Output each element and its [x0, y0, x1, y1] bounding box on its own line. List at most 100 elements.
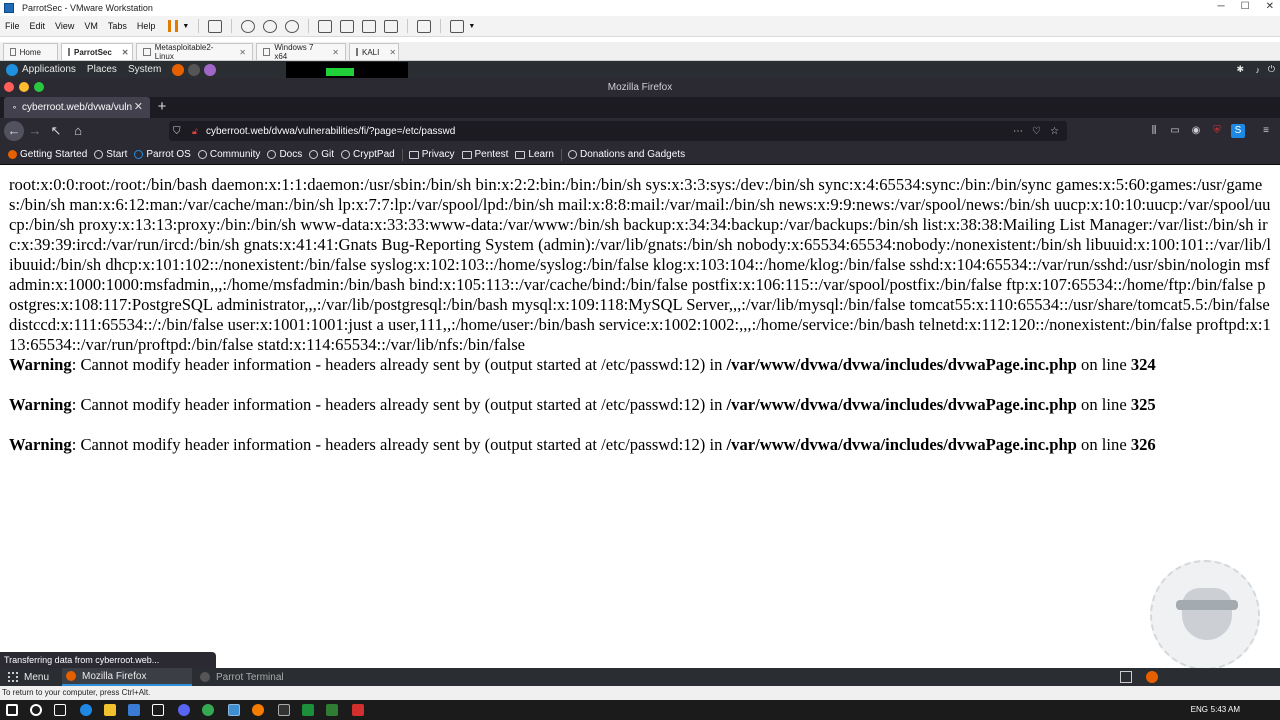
bookmark-start[interactable]: Start — [94, 149, 127, 160]
tab-metasploitable2[interactable]: Metasploitable2-Linux ✕ — [136, 43, 253, 61]
menu-file[interactable]: File — [0, 21, 25, 31]
bookmark-folder-learn[interactable]: Learn — [515, 149, 554, 160]
store-icon[interactable] — [128, 704, 140, 716]
chevron-down-icon[interactable]: ▼ — [182, 23, 189, 30]
tab-kali[interactable]: KALI ✕ — [349, 43, 399, 60]
ublock-icon[interactable]: ⛨ — [1210, 124, 1224, 138]
url-text[interactable]: cyberroot.web/dvwa/vulnerabilities/fi/?p… — [206, 126, 455, 137]
forward-button[interactable]: → — [25, 121, 45, 141]
tab-windows7[interactable]: Windows 7 x64 ✕ — [256, 43, 346, 61]
bookmark-parrot-os[interactable]: Parrot OS — [134, 149, 191, 160]
file-explorer-icon[interactable] — [104, 704, 116, 716]
insecure-lock-icon[interactable]: 🔓︎ — [192, 126, 198, 137]
pause-icon[interactable] — [168, 20, 179, 32]
chrome-icon[interactable] — [202, 704, 214, 716]
panel-applications[interactable]: Applications — [22, 64, 76, 75]
bookmark-cryptpad[interactable]: CryptPad — [341, 149, 395, 160]
app-icon[interactable] — [326, 704, 338, 716]
chevron-down-icon[interactable]: ▼ — [468, 23, 475, 30]
bluetooth-icon[interactable]: ✱ — [1236, 64, 1244, 75]
tab-home[interactable]: Home — [3, 43, 58, 60]
menu-tabs[interactable]: Tabs — [103, 21, 132, 31]
search-icon[interactable] — [30, 704, 42, 716]
edge-icon[interactable] — [80, 704, 92, 716]
bookmark-getting-started[interactable]: Getting Started — [8, 149, 87, 160]
new-tab-button[interactable]: + — [155, 98, 169, 116]
snapshot-manager-icon[interactable] — [285, 19, 300, 33]
firefox-tab-active[interactable]: ∘ cyberroot.web/dvwa/vuln ✕ — [4, 97, 150, 118]
tab-parrotsec[interactable]: ParrotSec ✕ — [61, 43, 133, 60]
app-icon[interactable] — [352, 704, 364, 716]
close-window-icon[interactable] — [4, 82, 14, 92]
vmware-status-bar: To return to your computer, press Ctrl+A… — [0, 686, 1280, 700]
snapshot-icon[interactable] — [241, 19, 256, 33]
bookmark-folder-pentest[interactable]: Pentest — [461, 149, 508, 160]
task-view-icon[interactable] — [54, 704, 66, 716]
taskbar-item-firefox[interactable]: Mozilla Firefox — [62, 668, 192, 686]
app-icon[interactable] — [302, 704, 314, 716]
ninja-band — [1176, 600, 1238, 610]
tab-close-icon[interactable]: ✕ — [379, 48, 396, 57]
unity-icon[interactable] — [384, 19, 399, 33]
input-language[interactable]: ENG — [1191, 700, 1208, 720]
bookmark-folder-privacy[interactable]: Privacy — [408, 149, 455, 160]
app-icon[interactable] — [252, 704, 264, 716]
sidebar-icon[interactable]: ▭ — [1168, 124, 1182, 138]
panel-system[interactable]: System — [128, 64, 161, 75]
menu-edit[interactable]: Edit — [25, 21, 51, 31]
system-clock[interactable]: 5:43 AM — [1211, 700, 1240, 720]
vmware-taskbar-icon[interactable] — [228, 704, 240, 716]
pocket-icon[interactable]: ♡ — [1032, 126, 1041, 137]
volume-icon[interactable]: ♪ — [1256, 65, 1261, 75]
app-icon[interactable] — [278, 704, 290, 716]
bookmark-donations[interactable]: Donations and Gadgets — [568, 149, 685, 160]
bottom-menu-button[interactable]: Menu — [0, 668, 49, 686]
library-icon[interactable] — [318, 19, 333, 33]
bookmark-star-icon[interactable]: ☆ — [1050, 126, 1059, 137]
discord-icon[interactable] — [178, 704, 190, 716]
page-actions-icon[interactable]: ⋯ — [1013, 126, 1023, 137]
close-icon[interactable]: ✕ — [1266, 1, 1274, 12]
close-tab-icon[interactable]: ✕ — [134, 100, 143, 113]
taskbar-item-terminal[interactable]: Parrot Terminal — [196, 668, 284, 686]
maximize-window-icon[interactable] — [34, 82, 44, 92]
mail-icon[interactable] — [152, 704, 164, 716]
panel-places[interactable]: Places — [87, 64, 117, 75]
firefox-launcher-icon[interactable] — [172, 63, 185, 76]
back-button[interactable]: ← — [4, 121, 24, 141]
tab-close-icon[interactable]: ✕ — [322, 48, 339, 57]
terminal-launcher-icon[interactable] — [188, 63, 201, 76]
bookmark-community[interactable]: Community — [197, 149, 260, 160]
firefox-tray-icon[interactable] — [1146, 671, 1158, 683]
vm-icon — [143, 48, 151, 56]
app-launcher-icon[interactable] — [204, 63, 217, 76]
bookmark-docs[interactable]: Docs — [267, 149, 302, 160]
minimize-window-icon[interactable] — [19, 82, 29, 92]
tab-close-icon[interactable]: ✕ — [229, 48, 246, 57]
library-icon[interactable]: ⫼ — [1147, 124, 1161, 138]
menu-help[interactable]: Help — [132, 21, 161, 31]
maximize-icon[interactable]: ☐ — [1241, 1, 1250, 12]
workspace-icon[interactable] — [1120, 671, 1132, 683]
url-bar[interactable]: ⛉ 🔓︎ cyberroot.web/dvwa/vulnerabilities/… — [169, 121, 1067, 141]
revert-snapshot-icon[interactable] — [263, 19, 278, 33]
thumbnail-bar-icon[interactable] — [340, 19, 355, 33]
send-ctrl-alt-del-icon[interactable] — [208, 19, 223, 33]
extension-icon[interactable]: S — [1231, 124, 1245, 138]
stretch-guest-icon[interactable] — [450, 19, 465, 33]
menu-view[interactable]: View — [50, 21, 79, 31]
shield-icon[interactable]: ⛉ — [173, 126, 181, 137]
vm-icon — [263, 48, 271, 56]
hamburger-menu-icon[interactable]: ≡ — [1259, 124, 1273, 138]
console-view-icon[interactable] — [417, 19, 432, 33]
bookmark-git[interactable]: Git — [309, 149, 334, 160]
tab-close-icon[interactable]: ✕ — [112, 48, 129, 57]
account-icon[interactable]: ◉ — [1189, 124, 1203, 138]
stop-button[interactable]: ↖ — [46, 121, 66, 141]
full-screen-icon[interactable] — [362, 19, 377, 33]
menu-vm[interactable]: VM — [79, 21, 103, 31]
minimize-icon[interactable]: ─ — [1218, 1, 1225, 12]
home-button[interactable]: ⌂ — [68, 121, 88, 141]
windows-start-icon[interactable] — [6, 704, 18, 716]
power-icon[interactable]: ⏻ — [1268, 64, 1275, 75]
